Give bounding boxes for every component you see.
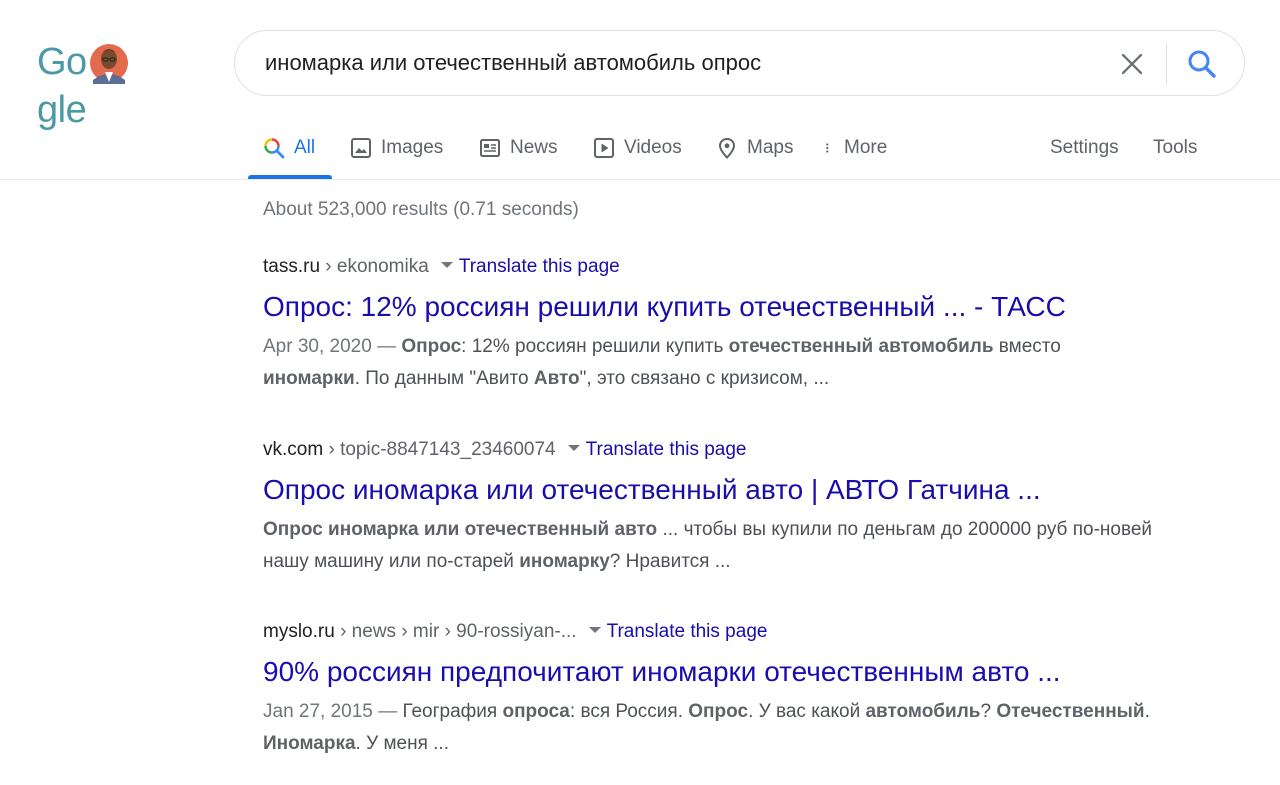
tab-label: All xyxy=(294,137,316,158)
result-title-link[interactable]: 90% россиян предпочитают иномарки отечес… xyxy=(263,654,1163,690)
snippet-text: : вся Россия. xyxy=(569,701,689,722)
snippet-text: ? Нравится ... xyxy=(609,551,731,572)
snippet-text: . xyxy=(1144,701,1150,722)
result-domain: tass.ru xyxy=(263,256,321,277)
more-vert-icon xyxy=(826,143,829,153)
search-result: tass.ru › ekonomika Translate this page О… xyxy=(263,253,1163,395)
snippet-highlight: Авто xyxy=(533,368,580,389)
search-result: vk.com › topic-8847143_23460074 Translate… xyxy=(263,436,1163,578)
result-date: Jan 27, 2015 — xyxy=(263,701,403,722)
snippet-text: География xyxy=(402,701,503,722)
snippet-highlight: Иномарка xyxy=(263,733,356,754)
close-icon xyxy=(1121,53,1143,75)
clear-search-button[interactable] xyxy=(1115,47,1149,81)
snippet-highlight: отечественный автомобиль xyxy=(728,336,994,357)
tab-all[interactable]: All xyxy=(263,118,315,178)
tab-label: Maps xyxy=(747,137,794,158)
search-result: myslo.ru › news › mir › 90-rossiyan-... T… xyxy=(263,618,1163,760)
snippet-highlight: Опрос xyxy=(401,336,462,357)
map-pin-icon xyxy=(718,137,736,159)
result-breadcrumb[interactable]: tass.ru › ekonomika Translate this page xyxy=(263,253,1163,281)
tab-images[interactable]: Images xyxy=(350,118,443,178)
tab-label: Images xyxy=(381,137,444,158)
search-tabs: All Images News Videos Maps More Setting… xyxy=(0,118,1280,180)
tab-news[interactable]: News xyxy=(479,118,558,178)
tab-label: Settings xyxy=(1050,137,1119,158)
active-tab-indicator xyxy=(248,175,332,179)
snippet-text: ", это связано с кризисом, ... xyxy=(579,368,830,389)
snippet-text: . По данным "Авито xyxy=(354,368,534,389)
tab-label: Tools xyxy=(1153,137,1198,158)
result-date: Apr 30, 2020 — xyxy=(263,336,402,357)
tab-more[interactable]: More xyxy=(824,118,887,178)
tab-label: More xyxy=(844,137,888,158)
snippet-highlight: автомобиль xyxy=(865,701,981,722)
result-domain: vk.com xyxy=(263,439,324,460)
snippet-highlight: иномарки xyxy=(263,368,355,389)
tab-label: News xyxy=(510,137,558,158)
search-button[interactable] xyxy=(1185,47,1219,81)
search-input[interactable] xyxy=(265,48,1085,78)
snippet-highlight: иномарку xyxy=(519,551,610,572)
result-snippet: Опрос иномарка или отечественный авто ..… xyxy=(263,514,1163,578)
snippet-highlight: Опрос xyxy=(688,701,749,722)
dropdown-arrow-icon[interactable] xyxy=(588,627,601,634)
result-path: › topic-8847143_23460074 xyxy=(323,439,556,460)
translate-link[interactable]: Translate this page xyxy=(459,256,620,277)
snippet-highlight: Опрос иномарка или отечественный авто xyxy=(263,519,658,540)
snippet-text: : 12% россиян решили купить xyxy=(461,336,729,357)
result-snippet: Jan 27, 2015 — География опроса: вся Рос… xyxy=(263,696,1163,760)
result-path: › news › mir › 90-rossiyan-... xyxy=(334,621,577,642)
result-domain: myslo.ru xyxy=(263,621,335,642)
search-icon xyxy=(1188,50,1216,78)
news-icon xyxy=(480,139,500,157)
result-stats: About 523,000 results (0.71 seconds) xyxy=(263,199,579,220)
result-path: › ekonomika xyxy=(320,256,429,277)
result-breadcrumb[interactable]: myslo.ru › news › mir › 90-rossiyan-... T… xyxy=(263,618,1163,646)
image-icon xyxy=(351,138,371,158)
snippet-text: . У вас какой xyxy=(748,701,866,722)
snippet-text: . У меня ... xyxy=(355,733,449,754)
tab-settings[interactable]: Settings xyxy=(1050,118,1119,178)
search-box xyxy=(234,30,1245,96)
video-icon xyxy=(594,138,614,158)
logo-text-left: Go xyxy=(37,41,87,83)
search-box-divider xyxy=(1166,43,1167,85)
tab-label: Videos xyxy=(624,137,682,158)
translate-link[interactable]: Translate this page xyxy=(586,439,747,460)
doodle-portrait-icon xyxy=(90,44,128,84)
dropdown-arrow-icon[interactable] xyxy=(567,445,580,452)
snippet-text: ? xyxy=(980,701,997,722)
result-snippet: Apr 30, 2020 — Опрос: 12% россиян решили… xyxy=(263,331,1163,395)
snippet-text: вместо xyxy=(993,336,1061,357)
snippet-highlight: опроса xyxy=(502,701,570,722)
search-multicolor-icon xyxy=(264,138,285,159)
dropdown-arrow-icon[interactable] xyxy=(440,262,453,269)
translate-link[interactable]: Translate this page xyxy=(607,621,768,642)
tab-maps[interactable]: Maps xyxy=(716,118,793,178)
google-doodle-logo[interactable]: Gogle xyxy=(37,38,169,131)
result-title-link[interactable]: Опрос: 12% россиян решили купить отечест… xyxy=(263,289,1163,325)
result-title-link[interactable]: Опрос иномарка или отечественный авто | … xyxy=(263,472,1163,508)
tab-videos[interactable]: Videos xyxy=(593,118,682,178)
snippet-highlight: Отечественный xyxy=(996,701,1145,722)
tab-tools[interactable]: Tools xyxy=(1153,118,1197,178)
result-breadcrumb[interactable]: vk.com › topic-8847143_23460074 Translate… xyxy=(263,436,1163,464)
